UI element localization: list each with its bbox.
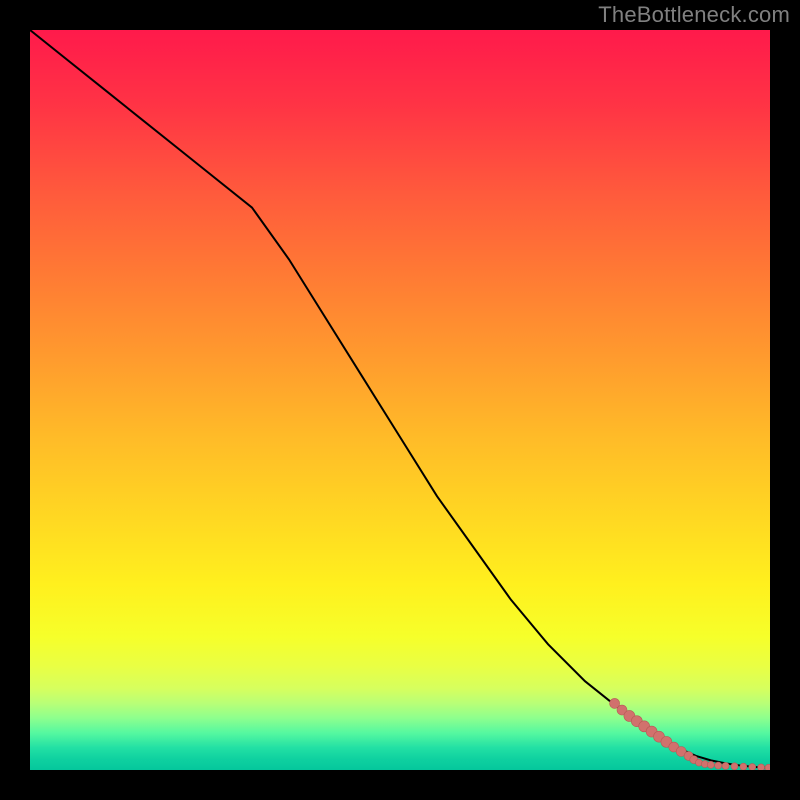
scatter-point bbox=[749, 764, 756, 770]
scatter-point bbox=[758, 764, 765, 770]
watermark-text: TheBottleneck.com bbox=[598, 2, 790, 28]
scatter-point bbox=[731, 763, 738, 770]
scatter-point bbox=[715, 762, 722, 769]
curve-line bbox=[30, 30, 770, 768]
chart-overlay-svg bbox=[30, 30, 770, 770]
scatter-points bbox=[610, 698, 770, 770]
scatter-point bbox=[707, 761, 714, 768]
curve-path bbox=[30, 30, 770, 768]
scatter-point bbox=[740, 763, 747, 770]
plot-area bbox=[30, 30, 770, 770]
scatter-point bbox=[722, 762, 729, 769]
chart-container: TheBottleneck.com bbox=[0, 0, 800, 800]
scatter-point bbox=[765, 764, 770, 770]
